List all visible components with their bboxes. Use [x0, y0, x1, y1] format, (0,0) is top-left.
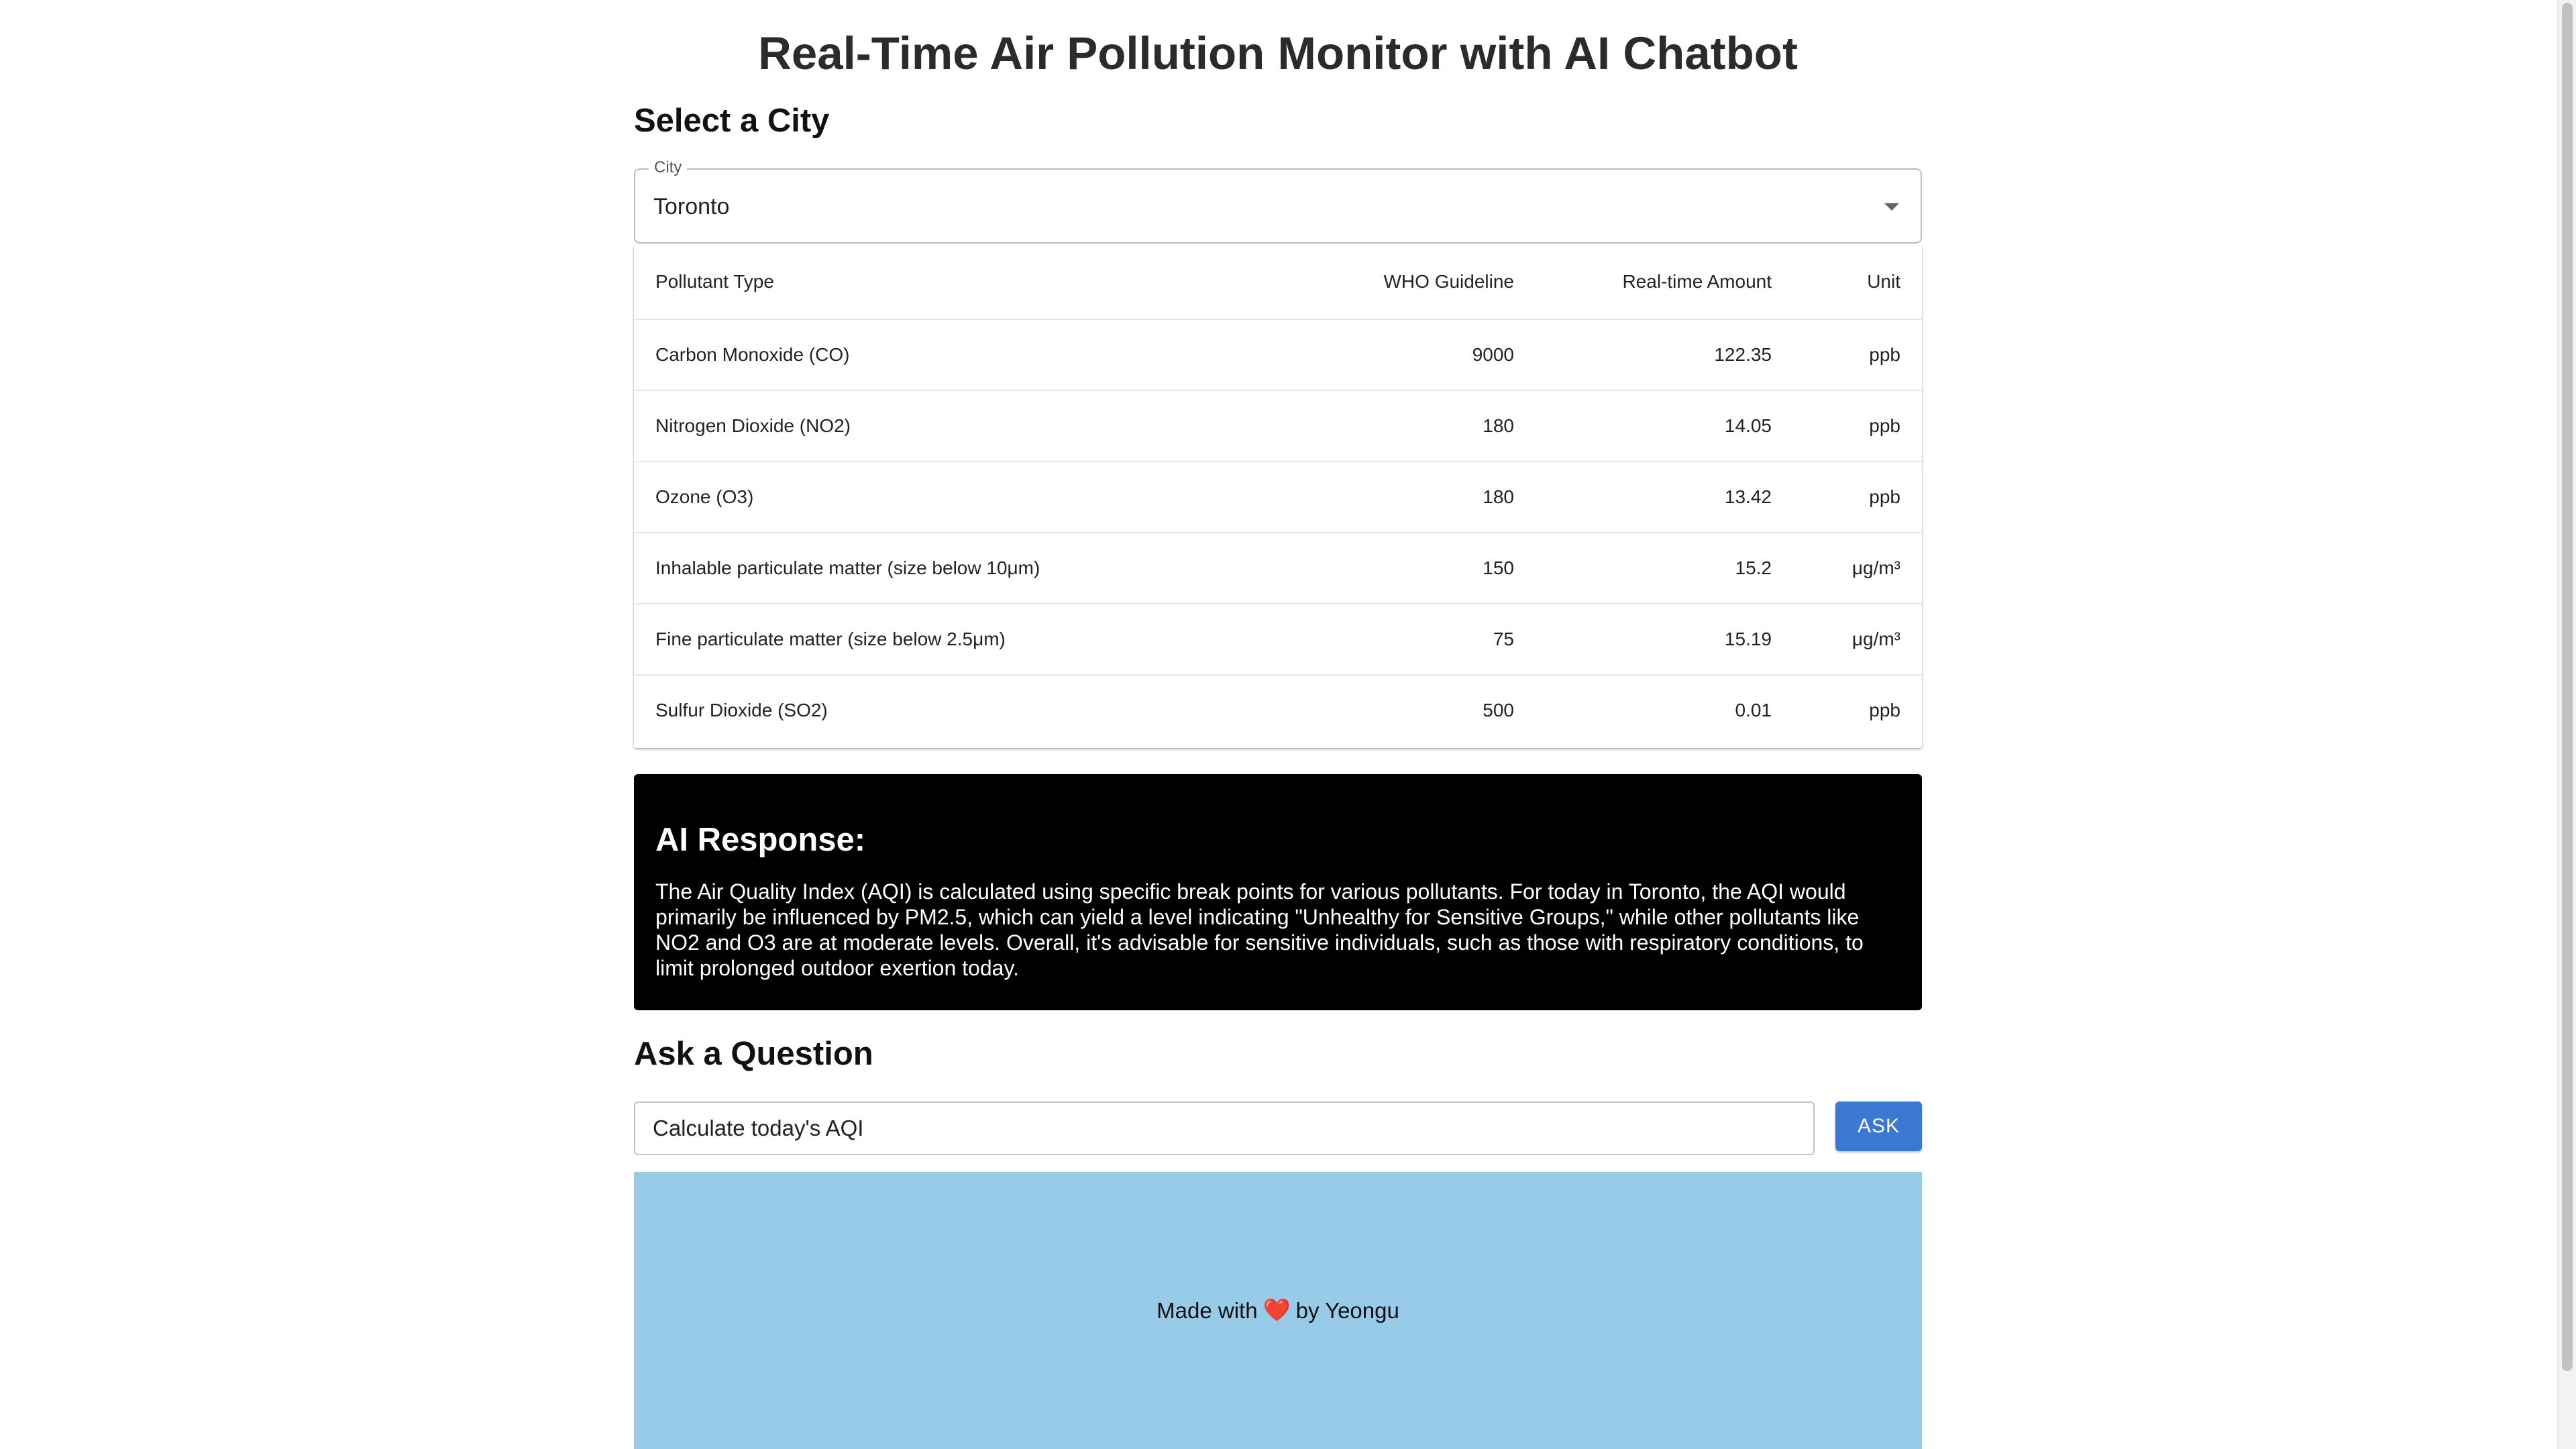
who-guideline-cell: 180 [1278, 462, 1536, 533]
select-city-heading: Select a City [634, 103, 830, 139]
page: Real-Time Air Pollution Monitor with AI … [0, 0, 2576, 1449]
table-row: Nitrogen Dioxide (NO2) 180 14.05 ppb [634, 390, 1922, 462]
pollutant-type-cell: Carbon Monoxide (CO) [634, 319, 1278, 391]
table-header-row: Pollutant Type WHO Guideline Real-time A… [634, 245, 1922, 320]
city-select-value: Toronto [653, 194, 730, 219]
unit-cell: μg/m³ [1793, 533, 1922, 604]
unit-cell: ppb [1793, 390, 1922, 462]
table-row: Ozone (O3) 180 13.42 ppb [634, 462, 1922, 533]
pollutant-table-card: Pollutant Type WHO Guideline Real-time A… [634, 245, 1922, 748]
who-guideline-cell: 75 [1278, 604, 1536, 676]
heart-icon: ❤️ [1263, 1297, 1291, 1322]
table-row: Sulfur Dioxide (SO2) 500 0.01 ppb [634, 675, 1922, 745]
ai-response-heading: AI Response: [655, 822, 866, 858]
table-row: Fine particulate matter (size below 2.5μ… [634, 604, 1922, 676]
city-select[interactable]: City Toronto [634, 158, 1922, 244]
page-title: Real-Time Air Pollution Monitor with AI … [758, 28, 1798, 79]
column-header-unit: Unit [1793, 245, 1922, 320]
city-select-label: City [649, 158, 688, 177]
pollutant-type-cell: Ozone (O3) [634, 462, 1278, 533]
realtime-amount-cell: 0.01 [1735, 700, 1772, 720]
unit-cell: ppb [1793, 319, 1922, 391]
pollutant-table: Pollutant Type WHO Guideline Real-time A… [634, 245, 1922, 745]
table-row: Carbon Monoxide (CO) 9000 122.35 ppb [634, 319, 1922, 391]
realtime-amount-cell: 15.19 [1536, 604, 1793, 676]
ai-response-text: The Air Quality Index (AQI) is calculate… [655, 879, 1864, 980]
chevron-down-icon[interactable] [1884, 203, 1899, 211]
unit-cell: ppb [1793, 462, 1922, 533]
question-input[interactable] [634, 1102, 1815, 1155]
pollutant-type-cell: Sulfur Dioxide (SO2) [655, 700, 828, 720]
pollutant-type-cell: Inhalable particulate matter (size below… [634, 533, 1278, 604]
who-guideline-cell: 9000 [1278, 319, 1536, 391]
realtime-amount-cell: 13.42 [1536, 462, 1793, 533]
ask-question-heading: Ask a Question [634, 1036, 873, 1072]
column-header-pollutant-type: Pollutant Type [634, 245, 1278, 320]
unit-cell: ppb [1869, 700, 1900, 720]
footer-prefix: Made with [1157, 1297, 1258, 1323]
pollutant-type-cell: Nitrogen Dioxide (NO2) [634, 390, 1278, 462]
ask-button[interactable]: ASK [1835, 1102, 1922, 1151]
vertical-scrollbar[interactable] [2557, 0, 2576, 1449]
realtime-amount-cell: 14.05 [1536, 390, 1793, 462]
realtime-amount-cell: 122.35 [1536, 319, 1793, 391]
who-guideline-cell: 180 [1278, 390, 1536, 462]
realtime-amount-cell: 15.2 [1536, 533, 1793, 604]
unit-cell: μg/m³ [1793, 604, 1922, 676]
footer-suffix: by Yeongu [1295, 1297, 1399, 1323]
ai-response-panel: AI Response: The Air Quality Index (AQI)… [634, 774, 1922, 1010]
who-guideline-cell: 150 [1278, 533, 1536, 604]
column-header-who-guideline: WHO Guideline [1278, 245, 1536, 320]
who-guideline-cell: 500 [1483, 700, 1514, 720]
scrollbar-thumb[interactable] [2562, 3, 2573, 1371]
footer: Made with ❤️ by Yeongu [634, 1172, 1922, 1449]
table-row: Inhalable particulate matter (size below… [634, 533, 1922, 604]
pollutant-type-cell: Fine particulate matter (size below 2.5μ… [634, 604, 1278, 676]
column-header-realtime-amount: Real-time Amount [1536, 245, 1793, 320]
